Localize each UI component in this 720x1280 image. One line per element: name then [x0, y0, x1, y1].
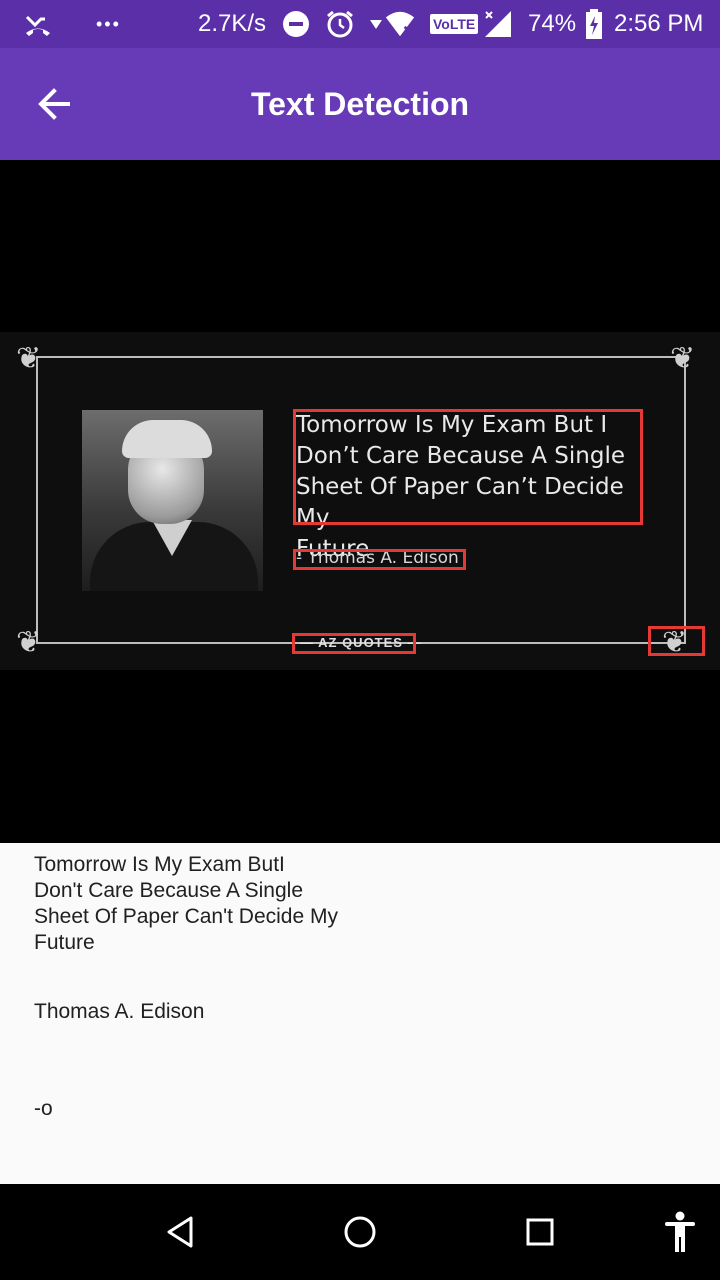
detection-box-flourish	[648, 626, 705, 656]
battery-charging-icon	[578, 8, 610, 40]
result-block-quote: Tomorrow Is My Exam ButI Don't Care Beca…	[34, 852, 338, 956]
nav-recents-button[interactable]	[516, 1208, 564, 1256]
result-block-logo: -o	[34, 1096, 53, 1122]
back-button[interactable]	[26, 76, 82, 132]
flourish-top-left-icon: ❦	[16, 342, 42, 375]
status-bar: ••• 2.7K/s VoLTE 74% 2:56 PM	[0, 0, 720, 48]
accessibility-icon	[665, 1211, 695, 1252]
battery-percent: 74%	[528, 10, 577, 37]
clock: 2:56 PM	[614, 10, 704, 37]
result-line: Sheet Of Paper Can't Decide My	[34, 905, 338, 928]
detection-box-quote	[293, 409, 643, 525]
result-line: Don't Care Because A Single	[34, 879, 304, 902]
notification-dots: •••	[96, 13, 121, 34]
do-not-disturb-icon	[280, 8, 312, 40]
page-title: Text Detection	[250, 86, 470, 122]
app-bar: Text Detection	[0, 48, 720, 160]
detected-text-panel: Tomorrow Is My Exam ButI Don't Care Beca…	[0, 843, 720, 1184]
flourish-top-right-icon: ❦	[670, 342, 696, 375]
network-speed: 2.7K/s	[198, 10, 267, 37]
detection-box-author	[293, 549, 466, 570]
result-line: Future	[34, 931, 95, 954]
result-line: Tomorrow Is My Exam ButI	[34, 853, 285, 876]
flourish-bottom-left-icon: ❦	[16, 626, 42, 659]
wifi-off-icon	[384, 8, 416, 40]
accessibility-button[interactable]	[656, 1208, 704, 1256]
circle-home-icon	[344, 1216, 376, 1248]
nav-home-button[interactable]	[336, 1208, 384, 1256]
result-block-author: Thomas A. Edison	[34, 999, 204, 1025]
volte-badge: VoLTE	[430, 14, 479, 34]
missed-call-icon	[22, 8, 54, 40]
result-line: Thomas A. Edison	[34, 1000, 205, 1023]
square-recents-icon	[526, 1218, 554, 1246]
alarm-icon	[324, 8, 356, 40]
portrait-photo	[82, 410, 263, 591]
nav-back-button[interactable]	[156, 1208, 204, 1256]
arrow-left-icon	[38, 88, 70, 120]
image-viewer: ❦ ❦ ❦ ❦ Tomorrow Is My Exam But I Don’t …	[0, 160, 720, 843]
system-nav-bar	[0, 1184, 720, 1280]
detection-box-logo	[292, 633, 416, 654]
quote-image: ❦ ❦ ❦ ❦ Tomorrow Is My Exam But I Don’t …	[0, 332, 720, 670]
triangle-back-icon	[167, 1216, 193, 1248]
cell-signal-icon	[482, 8, 514, 40]
result-line: -o	[34, 1097, 53, 1120]
